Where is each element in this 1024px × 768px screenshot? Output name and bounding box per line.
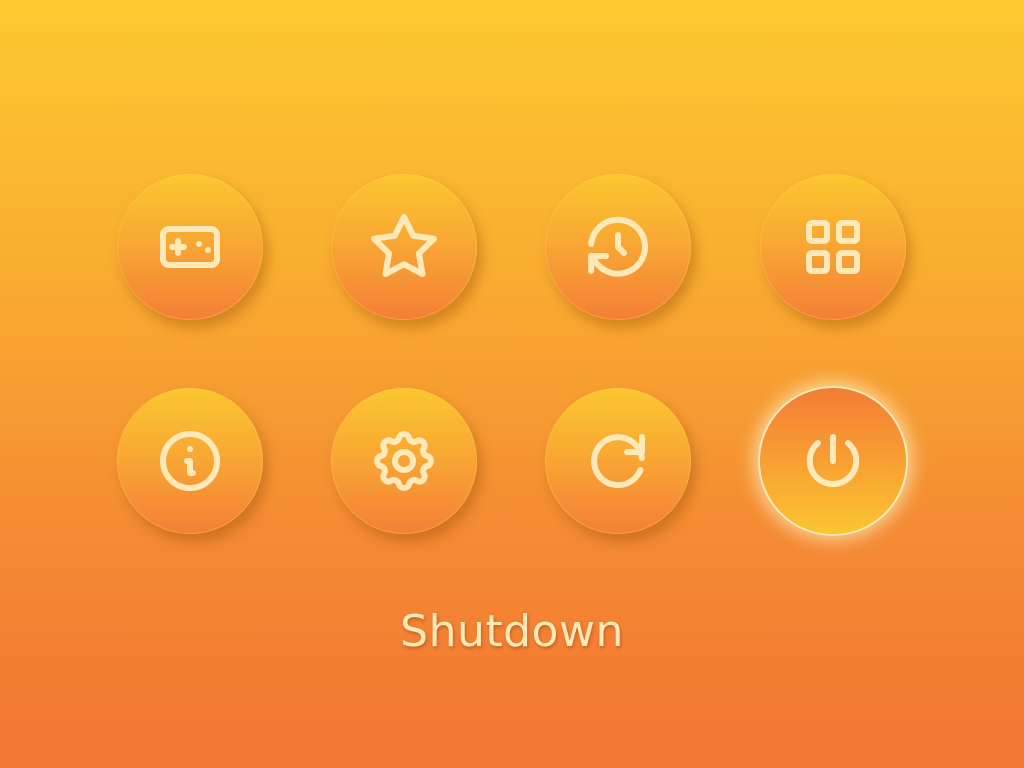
- selected-option-label: Shutdown: [400, 606, 624, 657]
- games-button[interactable]: [117, 174, 263, 320]
- apps-grid-icon: [806, 220, 860, 274]
- info-icon: [160, 431, 220, 491]
- history-icon: [588, 216, 648, 277]
- star-icon: [371, 214, 437, 277]
- favorites-button[interactable]: [331, 174, 477, 320]
- power-icon: [806, 434, 860, 487]
- power-menu: Shutdown: [0, 0, 1024, 768]
- settings-button[interactable]: [331, 388, 477, 534]
- gamepad-icon: [160, 226, 220, 268]
- restart-button[interactable]: [545, 388, 691, 534]
- apps-button[interactable]: [760, 174, 906, 320]
- shutdown-button[interactable]: [760, 388, 906, 534]
- history-button[interactable]: [545, 174, 691, 320]
- info-button[interactable]: [117, 388, 263, 534]
- restart-icon: [591, 434, 645, 489]
- settings-gear-icon: [374, 431, 434, 491]
